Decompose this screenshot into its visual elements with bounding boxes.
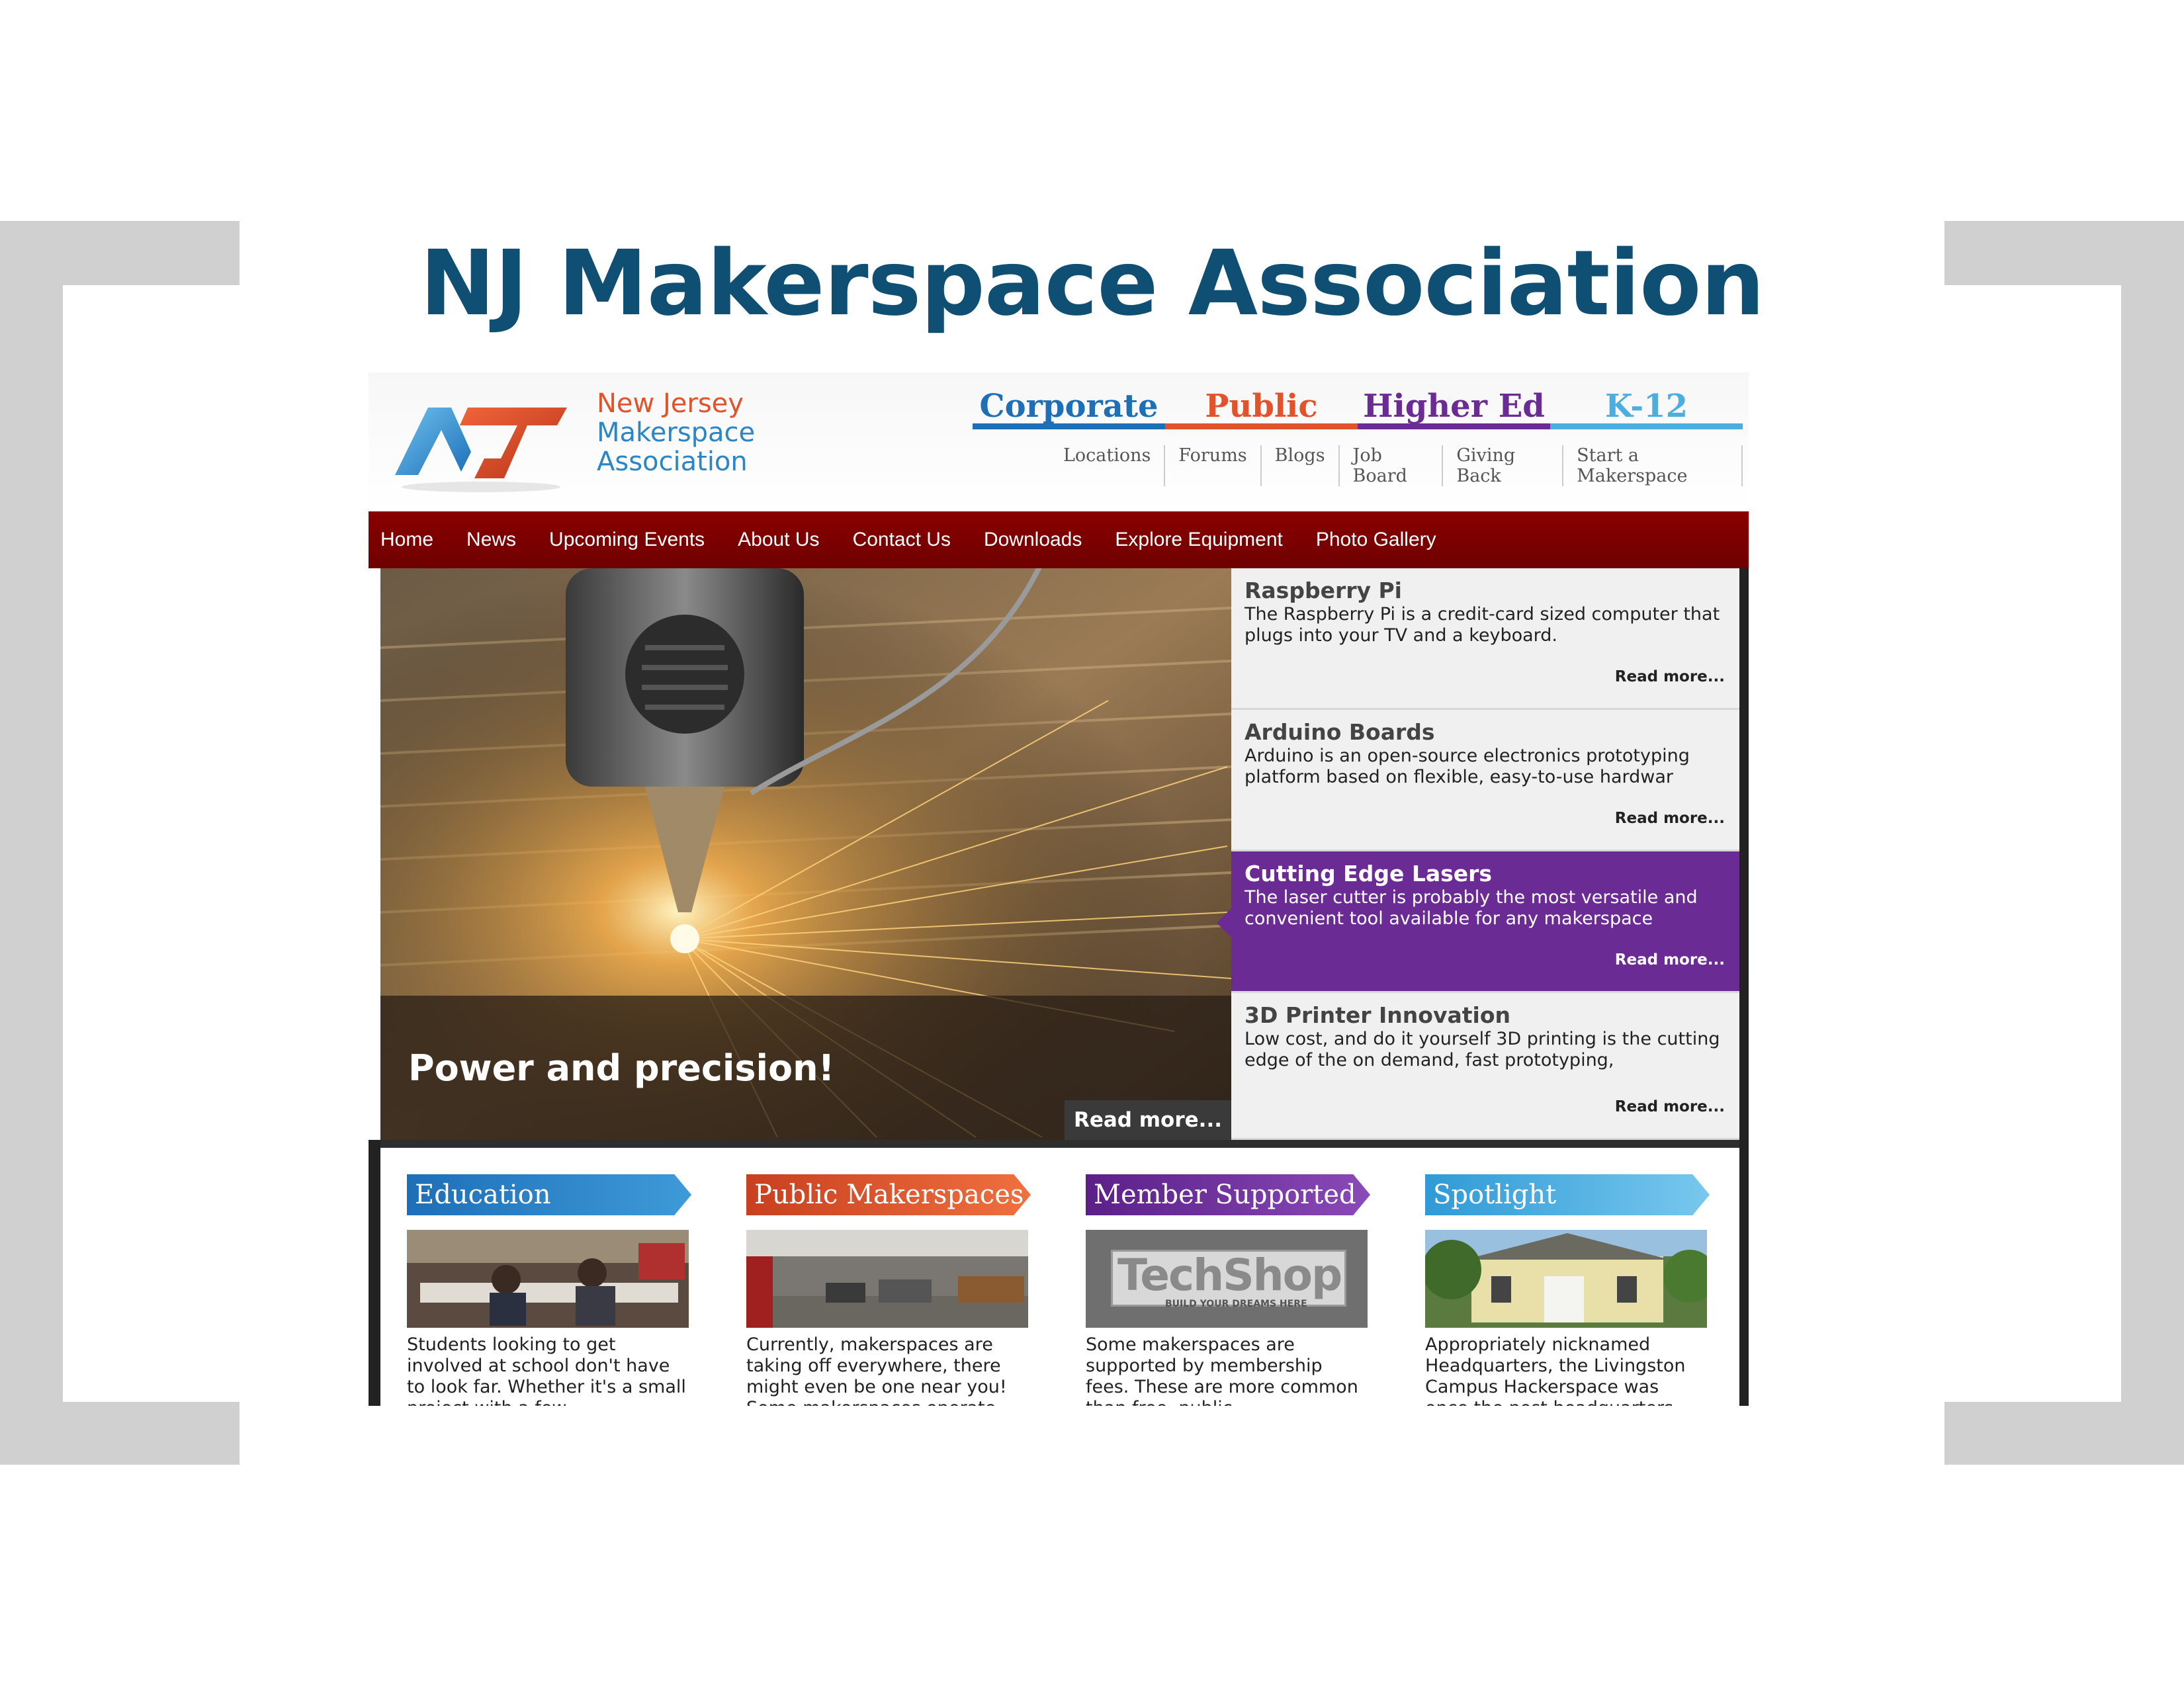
featured-item-desc: Low cost, and do it yourself 3D printing… [1245,1029,1720,1070]
tab-public[interactable]: Public [1165,386,1358,429]
classroom-photo[interactable] [407,1230,689,1328]
featured-item-raspberry-pi[interactable]: Raspberry Pi The Raspberry Pi is a credi… [1231,568,1739,710]
card-public-makerspaces[interactable]: Public Makerspaces Currently, makerspace… [746,1174,1031,1406]
slide-bracket-left [0,221,240,1465]
website-screenshot: New Jersey Makerspace Association Corpor… [369,372,1749,1406]
link-start-makerspace[interactable]: Start a Makerspace [1563,445,1743,486]
featured-read-more-link[interactable]: Read more... [1615,668,1725,685]
utility-links: Locations Forums Blogs Job Board Giving … [1050,445,1743,486]
featured-item-desc: Arduino is an open-source electronics pr… [1245,746,1690,787]
nj-logo-icon [395,408,567,492]
hero-read-more-link[interactable]: Read more... [1064,1100,1231,1140]
logo-line: Makerspace [597,417,756,448]
page-edge-shadow [369,1140,380,1406]
featured-read-more-link[interactable]: Read more... [1615,810,1725,827]
link-giving-back[interactable]: Giving Back [1443,445,1564,486]
workshop-photo[interactable] [746,1230,1028,1328]
logo-line: Association [597,447,748,477]
card-text: Currently, makerspaces are taking off ev… [746,1334,1007,1406]
tab-higher-ed[interactable]: Higher Ed [1358,386,1550,429]
card-banner[interactable]: Education [407,1174,691,1215]
site-header: New Jersey Makerspace Association Corpor… [369,372,1749,511]
nav-downloads[interactable]: Downloads [972,529,1103,551]
category-tabs: Corporate Public Higher Ed K-12 [973,386,1743,429]
link-job-board[interactable]: Job Board [1340,445,1444,486]
card-banner[interactable]: Member Supported [1086,1174,1370,1215]
link-blogs[interactable]: Blogs [1262,445,1340,486]
logo-line: New Jersey [597,388,744,419]
featured-item-title: 3D Printer Innovation [1245,1002,1510,1028]
nav-news[interactable]: News [455,529,537,551]
card-text: Students looking to get involved at scho… [407,1334,686,1406]
card-education[interactable]: Education Students looking to get involv… [407,1174,691,1406]
link-forums[interactable]: Forums [1165,445,1262,486]
card-text: Appropriately nicknamed Headquarters, th… [1425,1334,1686,1406]
card-spotlight[interactable]: Spotlight Appropriately nicknamed Headqu… [1425,1174,1710,1406]
card-banner[interactable]: Public Makerspaces [746,1174,1031,1215]
link-locations[interactable]: Locations [1050,445,1166,486]
category-cards: Education Students looking to get involv… [380,1140,1739,1406]
featured-read-more-link[interactable]: Read more... [1615,1098,1725,1115]
house-photo[interactable] [1425,1230,1707,1328]
featured-item-desc: The Raspberry Pi is a credit-card sized … [1245,604,1720,646]
slide-bracket-right [1944,221,2184,1465]
nav-photo-gallery[interactable]: Photo Gallery [1304,529,1458,551]
tab-k12[interactable]: K-12 [1550,386,1743,429]
featured-item-title: Cutting Edge Lasers [1245,861,1493,887]
featured-item-lasers-active[interactable]: Cutting Edge Lasers The laser cutter is … [1217,851,1739,993]
slide-title: NJ Makerspace Association [419,232,1765,336]
card-banner[interactable]: Spotlight [1425,1174,1710,1215]
featured-item-3d-printer[interactable]: 3D Printer Innovation Low cost, and do i… [1231,993,1739,1140]
techshop-sign-photo[interactable]: TechShop BUILD YOUR DREAMS HERE [1086,1230,1368,1328]
hero-caption-text: Power and precision! [408,1047,835,1089]
nav-contact-us[interactable]: Contact Us [841,529,972,551]
logo-wordmark[interactable]: New Jersey Makerspace Association [597,389,755,476]
tab-corporate[interactable]: Corporate [973,386,1165,429]
nav-about-us[interactable]: About Us [726,529,840,551]
nav-explore-equipment[interactable]: Explore Equipment [1103,529,1303,551]
main-nav: Home News Upcoming Events About Us Conta… [369,511,1749,568]
card-text: Some makerspaces are supported by member… [1086,1334,1358,1406]
featured-read-more-link[interactable]: Read more... [1615,951,1725,969]
featured-item-arduino[interactable]: Arduino Boards Arduino is an open-source… [1231,710,1739,851]
featured-item-title: Raspberry Pi [1245,578,1402,603]
featured-item-desc: The laser cutter is probably the most ve… [1245,887,1698,929]
nav-upcoming-events[interactable]: Upcoming Events [537,529,726,551]
techshop-logo: TechShop [1117,1250,1342,1301]
page-edge-shadow [1739,568,1749,1406]
featured-list: Raspberry Pi The Raspberry Pi is a credi… [1217,568,1739,1140]
techshop-tagline: BUILD YOUR DREAMS HERE [1165,1299,1307,1309]
nav-home[interactable]: Home [369,529,455,551]
hero-slideshow[interactable]: Power and precision! Read more... [380,568,1231,1140]
card-member-supported[interactable]: Member Supported TechShop BUILD YOUR DRE… [1086,1174,1370,1406]
hero-caption: Power and precision! Read more... [380,996,1231,1140]
featured-item-title: Arduino Boards [1245,719,1435,745]
